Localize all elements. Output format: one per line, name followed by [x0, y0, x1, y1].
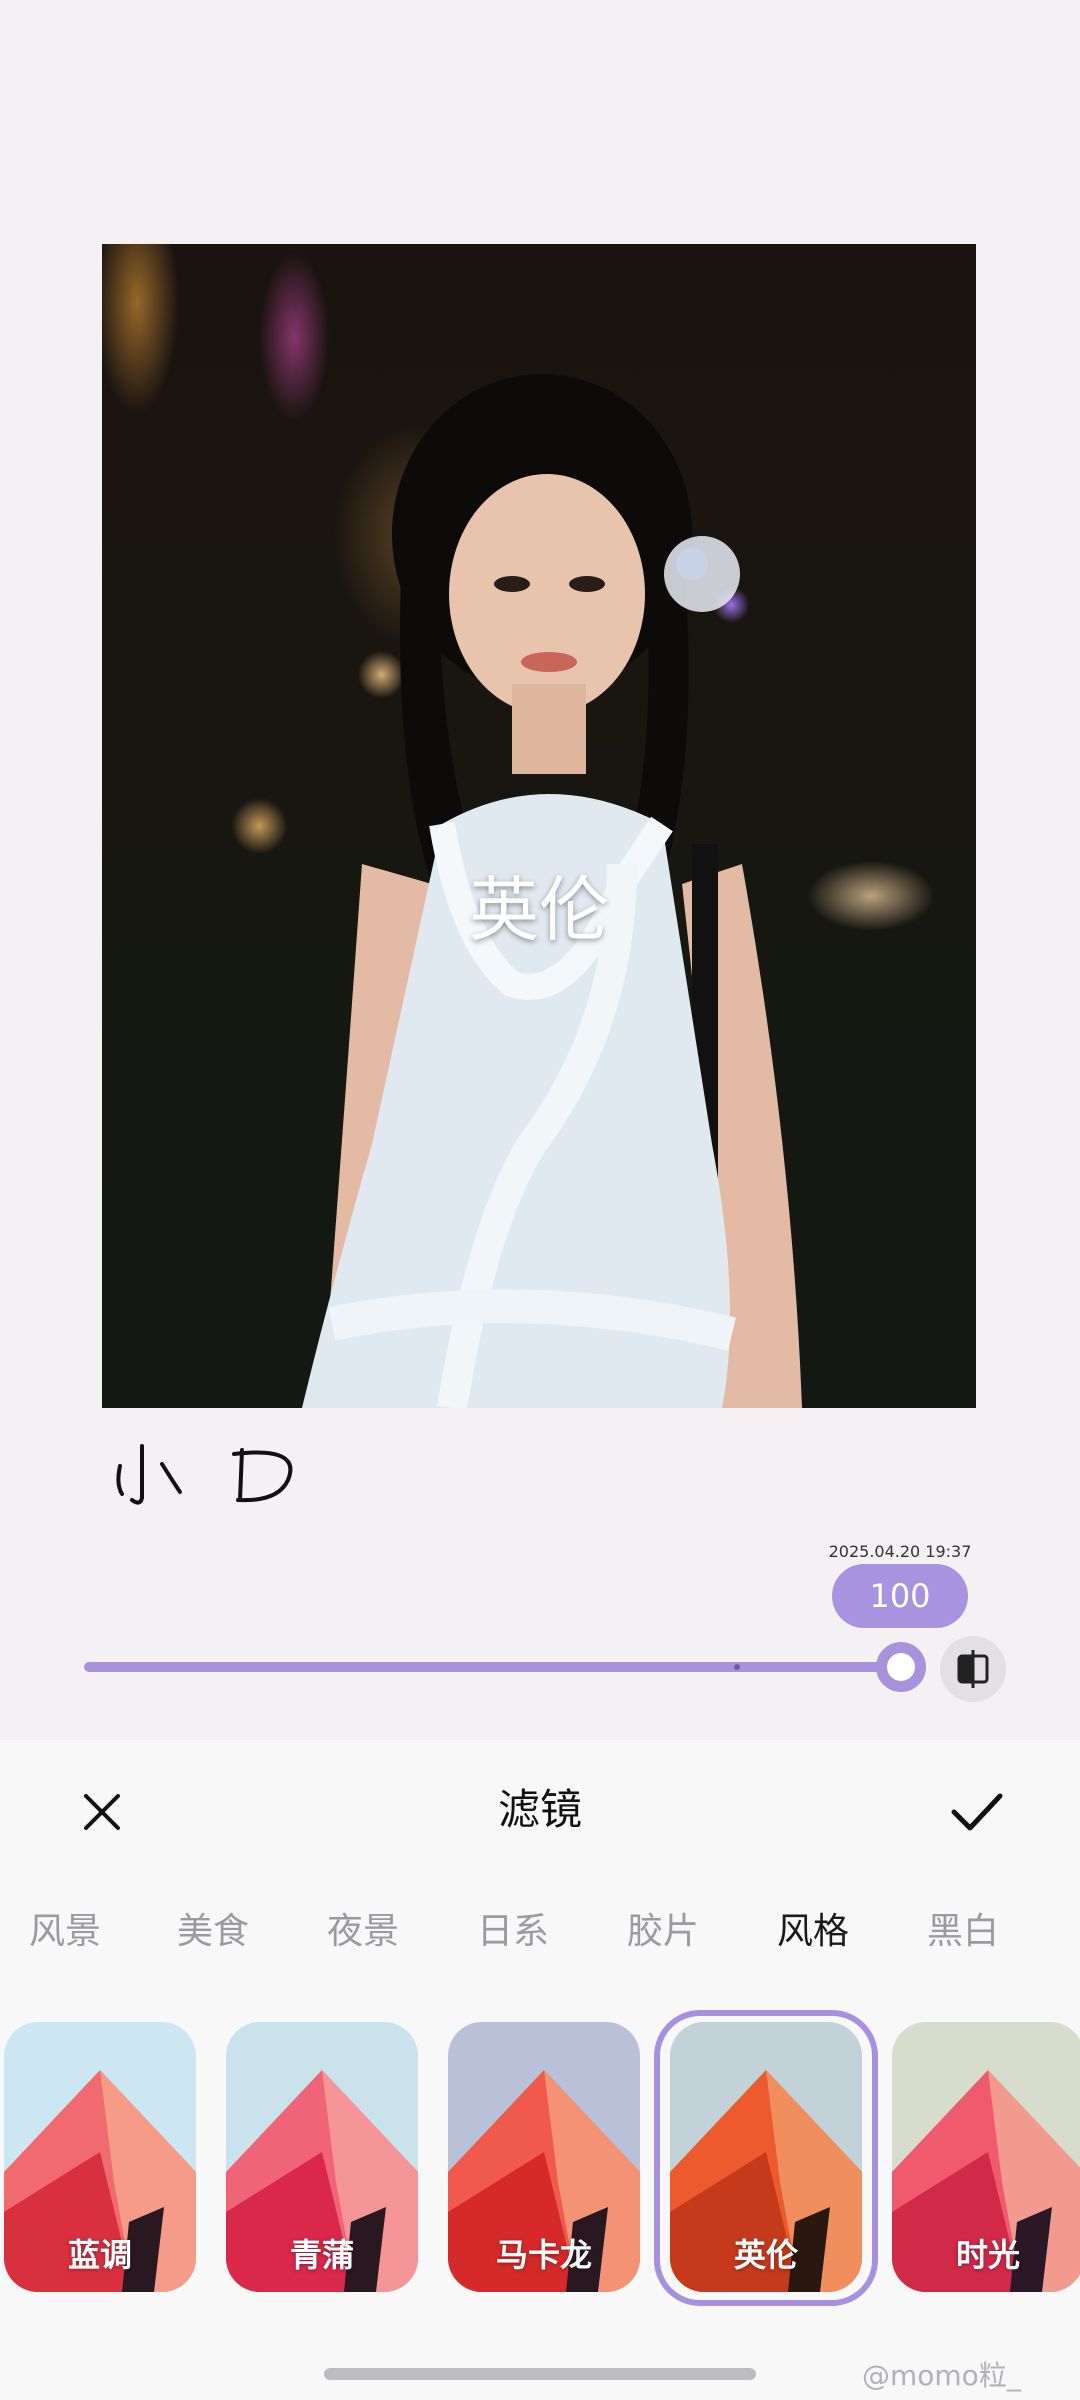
- filter-label: 青蒲: [289, 2236, 354, 2274]
- tab-food[interactable]: 美食: [148, 1900, 278, 1964]
- filter-thumb-time[interactable]: 时光: [892, 2022, 1080, 2292]
- slider-default-marker: [734, 1664, 740, 1670]
- tab-landscape[interactable]: 风景: [0, 1900, 130, 1964]
- selected-filter-ring: [654, 2010, 878, 2306]
- panel-title: 滤镜: [497, 1785, 582, 1834]
- confirm-button[interactable]: [946, 1782, 1006, 1842]
- tab-film[interactable]: 胶片: [598, 1900, 728, 1964]
- photo-subject: [302, 374, 802, 1408]
- filter-label: 蓝调: [67, 2236, 132, 2274]
- filter-strip: 蓝调 青蒲 马卡龙 英伦 时光: [0, 2010, 1080, 2310]
- intensity-slider-thumb[interactable]: [876, 1642, 926, 1692]
- filter-thumb-cyan[interactable]: 青蒲: [226, 2022, 418, 2292]
- filter-thumb-blue-tone[interactable]: 蓝调: [4, 2022, 196, 2292]
- check-icon: [951, 1793, 1003, 1831]
- tab-black-white[interactable]: 黑白: [898, 1900, 1028, 1964]
- compare-icon: [957, 1650, 989, 1688]
- photo-preview[interactable]: [102, 244, 976, 1408]
- tab-night[interactable]: 夜景: [298, 1900, 428, 1964]
- tab-style[interactable]: 风格: [748, 1900, 878, 1964]
- filter-thumb-macaron[interactable]: 马卡龙: [448, 2022, 640, 2292]
- filter-label: 时光: [955, 2236, 1020, 2274]
- filter-label: 马卡龙: [495, 2236, 592, 2274]
- intensity-slider-track[interactable]: [84, 1662, 900, 1672]
- compare-button[interactable]: [940, 1636, 1006, 1702]
- slider-value-bubble: 100: [832, 1564, 968, 1628]
- home-indicator[interactable]: [324, 2368, 756, 2380]
- tab-japanese[interactable]: 日系: [448, 1900, 578, 1964]
- category-tabs: 风景 美食 夜景 日系 胶片 风格 黑白: [0, 1900, 1080, 1964]
- signature-text: [116, 1444, 293, 1505]
- photo-timestamp: 2025.04.20 19:37: [828, 1542, 972, 1561]
- filter-name-overlay: 英伦: [469, 869, 609, 951]
- close-icon: [84, 1794, 120, 1830]
- close-button[interactable]: [72, 1782, 132, 1842]
- watermark: @momo粒_: [862, 2359, 1021, 2392]
